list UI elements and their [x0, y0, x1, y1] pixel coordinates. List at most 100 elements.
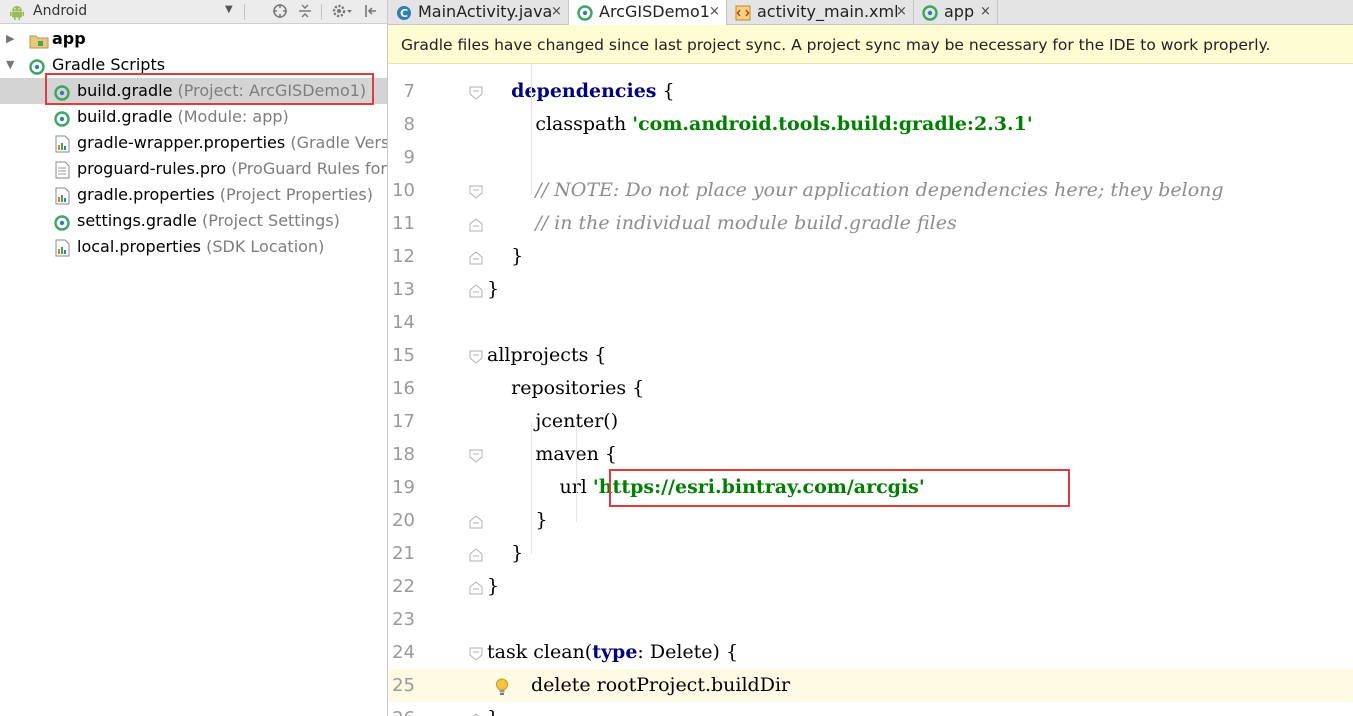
- line-number: 7: [403, 81, 415, 102]
- close-icon[interactable]: ×: [551, 0, 562, 24]
- project-panel: Android ▼ ▶ app ▼ Gradle Scripts build.gradl…: [0, 0, 387, 716]
- fold-start-icon[interactable]: [469, 85, 483, 100]
- code-text: allprojects {: [487, 339, 606, 372]
- line-number: 21: [392, 543, 415, 564]
- code-token: }: [487, 509, 548, 531]
- line-number: 13: [392, 279, 415, 300]
- tree-item-label: gradle-wrapper.properties (Gradle Versio: [77, 130, 387, 156]
- fold-end-icon[interactable]: [469, 547, 483, 562]
- tree-item-label: app: [52, 26, 86, 52]
- tree-item-name: app: [52, 29, 86, 48]
- code-line[interactable]: 9: [388, 141, 1353, 174]
- code-line[interactable]: 14: [388, 306, 1353, 339]
- fold-end-icon[interactable]: [469, 712, 483, 716]
- code-line[interactable]: 16 repositories {: [388, 372, 1353, 405]
- code-text: jcenter(): [487, 405, 618, 438]
- tree-item[interactable]: build.gradle (Module: app): [0, 104, 387, 130]
- code-token: }: [487, 542, 524, 564]
- collapse-arrow-icon[interactable]: ▶: [6, 26, 14, 52]
- code-line[interactable]: 12 }: [388, 240, 1353, 273]
- chevron-down-icon[interactable]: ▼: [225, 4, 233, 15]
- tree-item-name: Gradle Scripts: [52, 55, 166, 74]
- tree-item-label: settings.gradle (Project Settings): [77, 208, 340, 234]
- code-keyword: type: [592, 641, 638, 663]
- project-view-select[interactable]: Android: [33, 3, 87, 19]
- code-line[interactable]: 18 maven {: [388, 438, 1353, 471]
- tree-item[interactable]: gradle.properties (Project Properties): [0, 182, 387, 208]
- code-text: repositories {: [487, 372, 644, 405]
- collapse-icon[interactable]: [297, 3, 313, 23]
- code-line[interactable]: 8 classpath 'com.android.tools.build:gra…: [388, 108, 1353, 141]
- code-line[interactable]: 23: [388, 603, 1353, 636]
- hide-panel-icon[interactable]: [363, 3, 379, 23]
- line-number: 15: [392, 345, 415, 366]
- tree-item[interactable]: gradle-wrapper.properties (Gradle Versio: [0, 130, 387, 156]
- line-number: 22: [392, 576, 415, 597]
- close-icon[interactable]: ×: [896, 0, 907, 24]
- line-number: 14: [392, 312, 415, 333]
- editor-tab-label: MainActivity.java: [418, 2, 553, 21]
- editor-tab[interactable]: ArcGISDemo1 ×: [569, 0, 727, 25]
- fold-start-icon[interactable]: [469, 184, 483, 199]
- line-number: 25: [392, 675, 415, 696]
- code-line[interactable]: 26}: [388, 702, 1353, 716]
- code-token: maven {: [487, 443, 618, 465]
- line-number: 17: [392, 411, 415, 432]
- code-token: }: [487, 707, 499, 716]
- tree-item-name: gradle-wrapper.properties: [77, 133, 286, 152]
- tree-item-name: local.properties: [77, 237, 202, 256]
- code-text: }: [487, 504, 547, 537]
- code-line[interactable]: 24 task clean(type: Delete) {: [388, 636, 1353, 669]
- fold-start-icon[interactable]: [469, 349, 483, 364]
- fold-end-icon[interactable]: [469, 250, 483, 265]
- code-editor[interactable]: 7 dependencies {8 classpath 'com.android…: [388, 64, 1353, 716]
- editor-tab[interactable]: C MainActivity.java ×: [388, 0, 569, 24]
- tree-item-hint: (Gradle Versio: [290, 133, 387, 152]
- code-comment: // in the individual module build.gradle…: [535, 212, 957, 234]
- close-icon[interactable]: ×: [709, 0, 720, 24]
- code-line[interactable]: 21 }: [388, 537, 1353, 570]
- code-line[interactable]: 13}: [388, 273, 1353, 306]
- code-line[interactable]: 7 dependencies {: [388, 75, 1353, 108]
- code-line[interactable]: 17 jcenter(): [388, 405, 1353, 438]
- code-token: : Delete) {: [637, 641, 739, 663]
- toolbar-divider: [244, 4, 245, 20]
- close-icon[interactable]: ×: [980, 0, 991, 24]
- code-text: classpath 'com.android.tools.build:gradl…: [487, 108, 1033, 141]
- tree-item-label: build.gradle (Module: app): [77, 104, 289, 130]
- fold-end-icon[interactable]: [469, 580, 483, 595]
- fold-end-icon[interactable]: [469, 217, 483, 232]
- code-line[interactable]: 20 }: [388, 504, 1353, 537]
- tree-item-hint: (Project Properties): [214, 185, 373, 204]
- tree-item-label: gradle.properties (Project Properties): [77, 182, 373, 208]
- tree-item[interactable]: ▶ app: [0, 26, 387, 52]
- code-text: delete rootProject.buildDir: [531, 669, 790, 702]
- editor-tab[interactable]: activity_main.xml ×: [727, 0, 914, 24]
- line-number: 23: [392, 609, 415, 630]
- lightbulb-icon[interactable]: [495, 678, 509, 700]
- code-keyword: dependencies: [511, 80, 657, 102]
- expand-arrow-icon[interactable]: ▼: [6, 52, 14, 78]
- code-line[interactable]: 15 allprojects {: [388, 339, 1353, 372]
- code-token: jcenter(): [487, 410, 619, 432]
- editor-tab-label: ArcGISDemo1: [599, 2, 710, 21]
- code-line[interactable]: 22}: [388, 570, 1353, 603]
- fold-start-icon[interactable]: [469, 646, 483, 661]
- code-line[interactable]: 10 // NOTE: Do not place your applicatio…: [388, 174, 1353, 207]
- code-string: 'com.android.tools.build:gradle:2.3.1': [632, 113, 1033, 135]
- gear-icon[interactable]: [331, 3, 353, 23]
- editor-tab[interactable]: app ×: [914, 0, 998, 24]
- tree-item[interactable]: settings.gradle (Project Settings): [0, 208, 387, 234]
- tree-item-hint: (Module: app): [172, 107, 289, 126]
- fold-end-icon[interactable]: [469, 283, 483, 298]
- code-text: task clean(type: Delete) {: [487, 636, 738, 669]
- target-icon[interactable]: [272, 3, 288, 23]
- code-line[interactable]: 11 // in the individual module build.gra…: [388, 207, 1353, 240]
- tree-item[interactable]: local.properties (SDK Location): [0, 234, 387, 260]
- fold-end-icon[interactable]: [469, 514, 483, 529]
- line-number: 20: [392, 510, 415, 531]
- android-icon: [9, 4, 25, 24]
- fold-start-icon[interactable]: [469, 448, 483, 463]
- tree-item[interactable]: proguard-rules.pro (ProGuard Rules for a: [0, 156, 387, 182]
- code-line[interactable]: 25 delete rootProject.buildDir: [388, 669, 1353, 702]
